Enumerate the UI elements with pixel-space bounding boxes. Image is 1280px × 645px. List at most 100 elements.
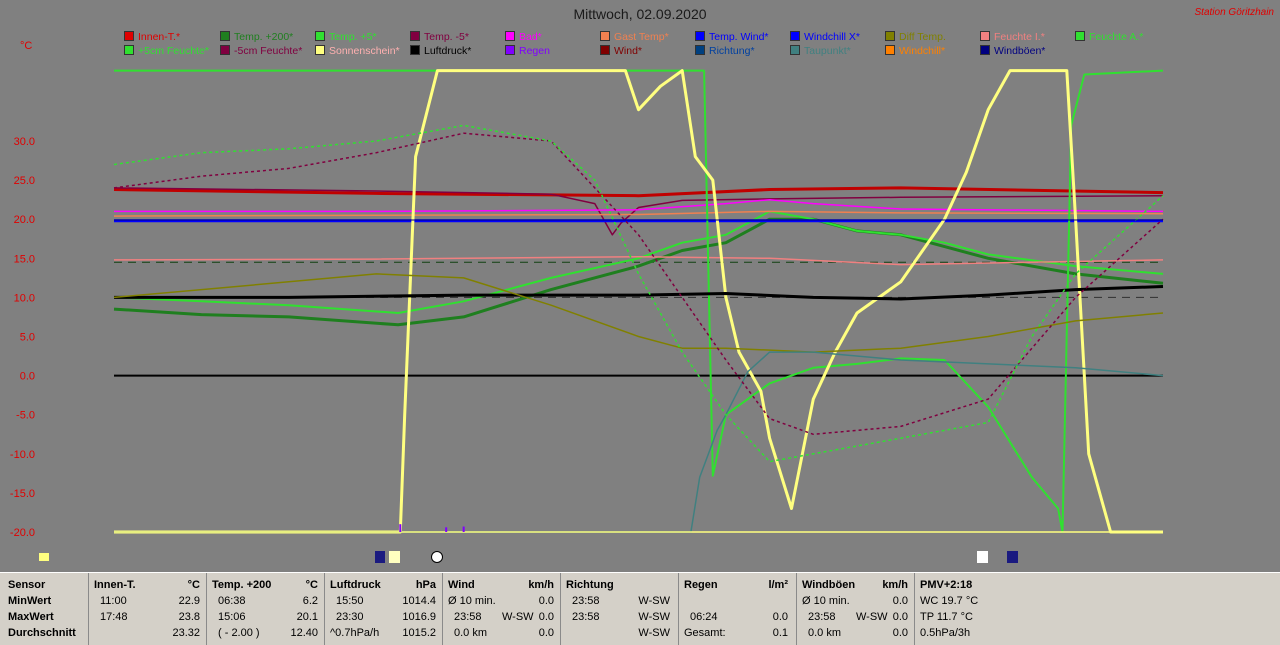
gusts-max-dir: W-SW [856,611,888,623]
legend-swatch [315,31,325,41]
legend-item: Temp. +200* [220,31,293,44]
moon-icon [431,551,443,563]
legend-label: Wind* [614,45,643,57]
innen-temp-unit: °C [187,579,200,591]
legend-swatch [695,45,705,55]
pressure-avg-value: 1015.2 [402,627,436,639]
direction-max-time: 23:58 [572,611,600,623]
series-line [114,69,1163,534]
pressure-trend: ^0.7hPa/h [330,627,380,639]
innen-temp-header: Innen-T. [94,579,136,591]
direction-min-time: 23:58 [572,595,600,607]
temp200-max-value: 20.1 [296,611,318,623]
y-tick-label: 20.0 [14,214,35,226]
gusts-total-value: 0.0 [892,627,908,639]
temp200-min-value: 6.2 [302,595,318,607]
wind-max-dir: W-SW [502,611,534,623]
pressure-min-value: 1014.4 [402,595,436,607]
legend-swatch [220,45,230,55]
legend-swatch [410,45,420,55]
legend-swatch [980,45,990,55]
y-tick-label: -20.0 [10,527,35,539]
rain-column: Regen l/m² 06:24 0.0 Gesamt: 0.1 [684,573,794,645]
direction-min-value: W-SW [638,595,670,607]
y-tick-label: 15.0 [14,253,35,265]
legend-label: Taupunkt* [804,45,851,57]
series-line [114,198,1164,213]
legend-item: Gast Temp* [600,31,669,44]
legend-label: Temp. +200* [234,31,294,43]
wind-avg-label: Ø 10 min. [448,595,496,607]
legend-item: Sonnenschein* [315,45,400,58]
gusts-max-time: 23:58 [808,611,836,623]
pressure-trend-3h: 0.5hPa/3h [920,627,971,639]
rain-header: Regen [684,579,718,591]
gusts-column: Windböen km/h Ø 10 min. 0.0 23:58 W-SW 0… [802,573,912,645]
rain-total-value: 0.1 [772,627,788,639]
sun-icon [389,551,400,563]
legend-swatch [790,31,800,41]
legend-item: Taupunkt* [790,45,851,58]
temp200-column: Temp. +200 °C 06:38 6.2 15:06 20.1 ( - 2… [212,573,322,645]
pressure-max-time: 23:30 [336,611,364,623]
wind-distance: 0.0 km [454,627,488,639]
legend-label: Windböen* [994,45,1046,57]
innen-temp-column: Innen-T. °C 11:00 22.9 17:48 23.8 23.32 [94,573,204,645]
gusts-unit: km/h [882,579,908,591]
y-tick-label: 25.0 [14,175,35,187]
wind-max-value: 0.0 [538,611,554,623]
temp200-min-time: 06:38 [218,595,246,607]
y-tick-label: 5.0 [20,332,35,344]
max-label: MaxWert [8,611,54,623]
windchill-value: WC 19.7 °C [920,595,979,607]
wind-column: Wind km/h Ø 10 min. 0.0 23:58 W-SW 0.0 0… [448,573,558,645]
legend-item: Temp. -5* [410,31,469,44]
legend-swatch [695,31,705,41]
innen-max-value: 23.8 [178,611,200,623]
legend-swatch [885,45,895,55]
legend-label: Temp. +5* [329,31,377,43]
legend-swatch [410,31,420,41]
sensor-column: Sensor MinWert MaxWert Durchschnitt [8,573,88,645]
legend-swatch [315,45,325,55]
innen-min-value: 22.9 [178,595,200,607]
legend-label: Windchill* [899,45,946,57]
innen-min-time: 11:00 [100,595,127,607]
sunrise-icon [375,551,385,563]
legend-item: Windchill* [885,45,945,58]
y-tick-label: 0.0 [20,371,35,383]
legend-item: Innen-T.* [124,31,180,44]
pressure-unit: hPa [415,579,436,591]
direction-column: Richtung 23:58 W-SW 23:58 W-SW W-SW [566,573,676,645]
wind-unit: km/h [528,579,554,591]
series-line [114,69,1164,533]
direction-max-value: W-SW [638,611,670,623]
legend-label: Temp. -5* [424,31,469,43]
legend-item: Feuchte A.* [1075,31,1143,44]
moon-phase-icon [1007,551,1018,563]
wind-avg-value: 0.0 [538,595,554,607]
legend-label: Diff Temp. [899,31,946,43]
wind-total-value: 0.0 [538,627,554,639]
legend-label: Richtung* [709,45,755,57]
legend-swatch [600,45,610,55]
legend-label: Luftdruck* [424,45,472,57]
legend-label: Temp. Wind* [709,31,769,43]
legend-label: Regen [519,45,550,57]
y-tick-label: -15.0 [10,488,35,500]
legend-item: +5cm Feuchte* [124,45,209,58]
sunset-icon [977,551,988,563]
legend-label: -5cm Feuchte* [234,45,303,57]
legend-label: Bad* [519,31,542,43]
rain-rate-value: 0.0 [772,611,788,623]
legend-item: Wind* [600,45,642,58]
legend-label: Innen-T.* [138,31,181,43]
legend-swatch [505,45,515,55]
pmv-column: PMV+2:18 WC 19.7 °C TP 11.7 °C 0.5hPa/3h [920,573,1040,645]
legend-item: Windböen* [980,45,1045,58]
weather-chart: 30.0 25.0 20.0 15.0 10.0 5.0 0.0 -5.0 -10.0 -15.0… [10,69,1164,563]
legend-swatch [600,31,610,41]
legend-label: +5cm Feuchte* [138,45,209,57]
gusts-avg-label: Ø 10 min. [802,595,850,607]
legend-swatch [124,45,134,55]
